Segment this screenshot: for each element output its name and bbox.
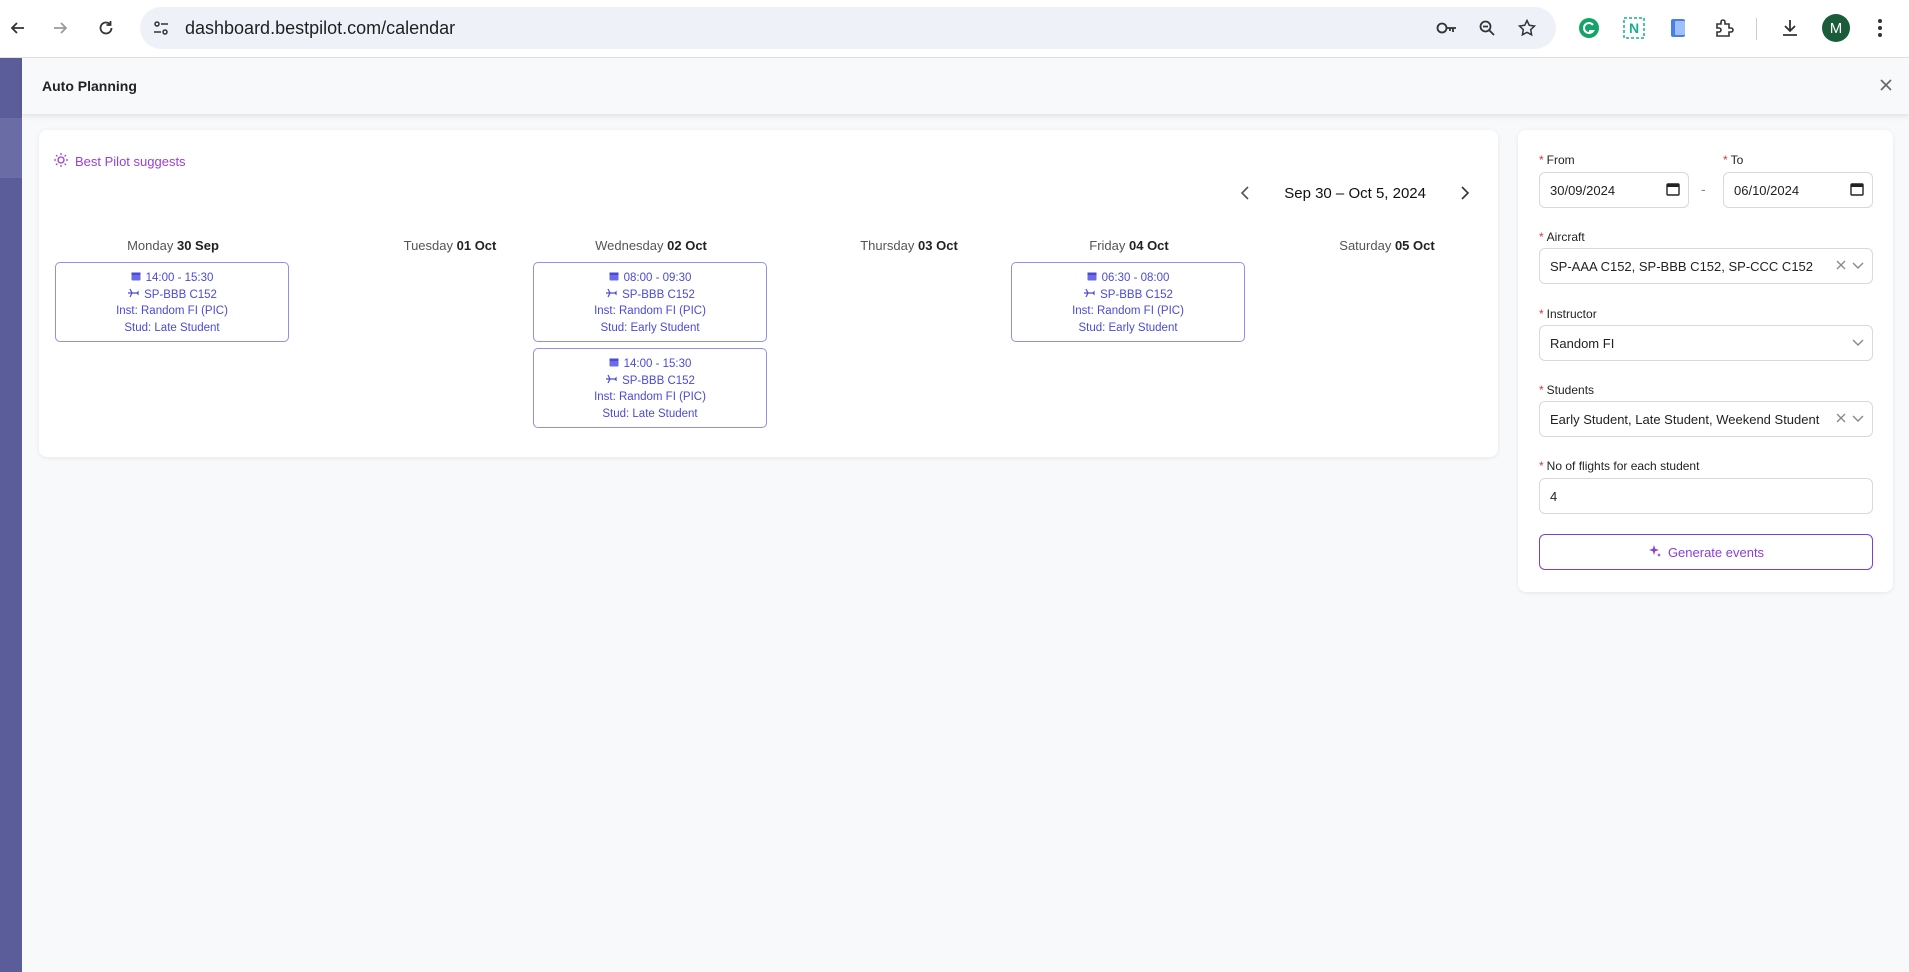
to-date-input[interactable]: 06/10/2024 <box>1723 172 1873 208</box>
calendar-picker-icon[interactable] <box>1666 182 1680 196</box>
students-label: * Students <box>1539 383 1595 397</box>
site-settings-icon[interactable] <box>150 17 172 39</box>
event-aircraft: SP-BBB C152 <box>622 288 695 301</box>
generate-events-button[interactable]: Generate events <box>1539 534 1873 570</box>
bookmark-star-icon[interactable] <box>1516 17 1538 39</box>
flights-count-value: 4 <box>1550 488 1558 504</box>
reload-icon[interactable] <box>92 14 120 42</box>
airplane-icon <box>605 373 617 390</box>
calendar-icon <box>609 270 619 287</box>
back-icon[interactable] <box>4 14 32 42</box>
event-aircraft: SP-BBB C152 <box>1100 288 1173 301</box>
profile-avatar[interactable]: M <box>1822 14 1850 42</box>
event-instructor: Inst: Random FI (PIC) <box>594 305 706 317</box>
suggestion-header: Best Pilot suggests <box>53 152 186 171</box>
from-date-value: 30/09/2024 <box>1550 182 1616 198</box>
event-card[interactable]: 14:00 - 15:30 SP-BBB C152 Inst: Random F… <box>533 348 767 428</box>
clear-icon[interactable] <box>1836 411 1846 426</box>
event-instructor: Inst: Random FI (PIC) <box>1072 305 1184 317</box>
drawer-title: Auto Planning <box>42 78 137 94</box>
svg-text:N: N <box>1629 20 1639 36</box>
calendar-preview-card: Best Pilot suggests Sep 30 – Oct 5, 2024… <box>39 130 1498 457</box>
event-card[interactable]: 14:00 - 15:30 SP-BBB C152 Inst: Random F… <box>55 262 289 342</box>
chevron-down-icon[interactable] <box>1852 258 1864 273</box>
event-time: 14:00 - 15:30 <box>623 358 692 370</box>
calendar-icon <box>131 270 141 287</box>
event-student: Stud: Early Student <box>600 321 700 334</box>
event-time: 06:30 - 08:00 <box>1101 272 1170 284</box>
event-instructor: Inst: Random FI (PIC) <box>594 391 706 403</box>
flights-count-input[interactable]: 4 <box>1539 478 1873 514</box>
airplane-icon <box>1083 287 1095 304</box>
event-instructor: Inst: Random FI (PIC) <box>116 305 228 317</box>
students-selected-value: Early Student, Late Student, Weekend Stu… <box>1550 411 1820 427</box>
day-header-friday: Friday 04 Oct <box>1089 238 1169 253</box>
event-student: Stud: Early Student <box>1078 321 1178 334</box>
drawer-header: Auto Planning <box>22 58 1909 115</box>
app-sidebar-background <box>0 58 22 972</box>
download-icon[interactable] <box>1776 14 1804 42</box>
event-card[interactable]: 06:30 - 08:00 SP-BBB C152 Inst: Random F… <box>1011 262 1245 342</box>
airplane-icon <box>127 287 139 304</box>
week-navigation: Sep 30 – Oct 5, 2024 <box>1236 184 1474 202</box>
day-header-saturday: Saturday 05 Oct <box>1339 238 1435 253</box>
day-header-thursday: Thursday 03 Oct <box>860 238 958 253</box>
suggestion-label: Best Pilot suggests <box>75 154 186 169</box>
notion-icon[interactable]: N <box>1620 14 1648 42</box>
aircraft-label: * Aircraft <box>1539 230 1585 244</box>
from-date-input[interactable]: 30/09/2024 <box>1539 172 1689 208</box>
event-time: 08:00 - 09:30 <box>623 272 692 284</box>
grammarly-icon[interactable] <box>1575 14 1603 42</box>
calendar-picker-icon[interactable] <box>1850 182 1864 196</box>
zoom-icon[interactable] <box>1476 17 1498 39</box>
toolbar-divider <box>1756 18 1757 40</box>
chevron-down-icon[interactable] <box>1852 411 1864 426</box>
instructor-select[interactable]: Random FI <box>1539 325 1873 361</box>
extension-icon[interactable] <box>1665 14 1693 42</box>
event-student: Stud: Late Student <box>602 407 698 420</box>
forward-icon[interactable] <box>46 14 74 42</box>
url-text[interactable]: dashboard.bestpilot.com/calendar <box>185 18 455 39</box>
menu-kebab-icon[interactable] <box>1866 14 1894 42</box>
instructor-label: * Instructor <box>1539 307 1597 321</box>
calendar-icon <box>1087 270 1097 287</box>
to-date-value: 06/10/2024 <box>1734 182 1800 198</box>
address-bar[interactable]: dashboard.bestpilot.com/calendar <box>140 7 1556 49</box>
close-icon[interactable] <box>1875 74 1897 96</box>
generate-events-label: Generate events <box>1667 544 1765 560</box>
next-week-chevron-right-icon[interactable] <box>1456 184 1474 202</box>
event-card[interactable]: 08:00 - 09:30 SP-BBB C152 Inst: Random F… <box>533 262 767 342</box>
aircraft-selected-value: SP-AAA C152, SP-BBB C152, SP-CCC C152 <box>1550 258 1814 274</box>
clear-icon[interactable] <box>1836 258 1846 273</box>
to-label: * To <box>1723 153 1744 167</box>
password-key-icon[interactable] <box>1436 17 1458 39</box>
calendar-icon <box>609 356 619 373</box>
event-time: 14:00 - 15:30 <box>145 272 214 284</box>
date-range-dash: - <box>1701 181 1706 197</box>
day-header-wednesday: Wednesday 02 Oct <box>595 238 707 253</box>
from-label: * From <box>1539 153 1575 167</box>
event-student: Stud: Late Student <box>124 321 220 334</box>
day-header-monday: Monday 30 Sep <box>127 238 219 253</box>
week-range-label: Sep 30 – Oct 5, 2024 <box>1284 184 1426 202</box>
aircraft-select[interactable]: SP-AAA C152, SP-BBB C152, SP-CCC C152 <box>1539 248 1873 284</box>
event-aircraft: SP-BBB C152 <box>144 288 217 301</box>
lightbulb-icon <box>53 152 69 171</box>
flights-count-label: * No of flights for each student <box>1539 459 1700 473</box>
browser-toolbar: dashboard.bestpilot.com/calendar N M <box>0 0 1909 58</box>
chevron-down-icon[interactable] <box>1852 335 1864 350</box>
students-select[interactable]: Early Student, Late Student, Weekend Stu… <box>1539 401 1873 437</box>
sidebar-active-strip <box>0 118 22 178</box>
instructor-selected-value: Random FI <box>1550 335 1615 351</box>
puzzle-icon[interactable] <box>1710 14 1738 42</box>
event-aircraft: SP-BBB C152 <box>622 374 695 387</box>
prev-week-chevron-left-icon[interactable] <box>1236 184 1254 202</box>
airplane-icon <box>605 287 617 304</box>
sparkle-icon <box>1648 544 1662 561</box>
